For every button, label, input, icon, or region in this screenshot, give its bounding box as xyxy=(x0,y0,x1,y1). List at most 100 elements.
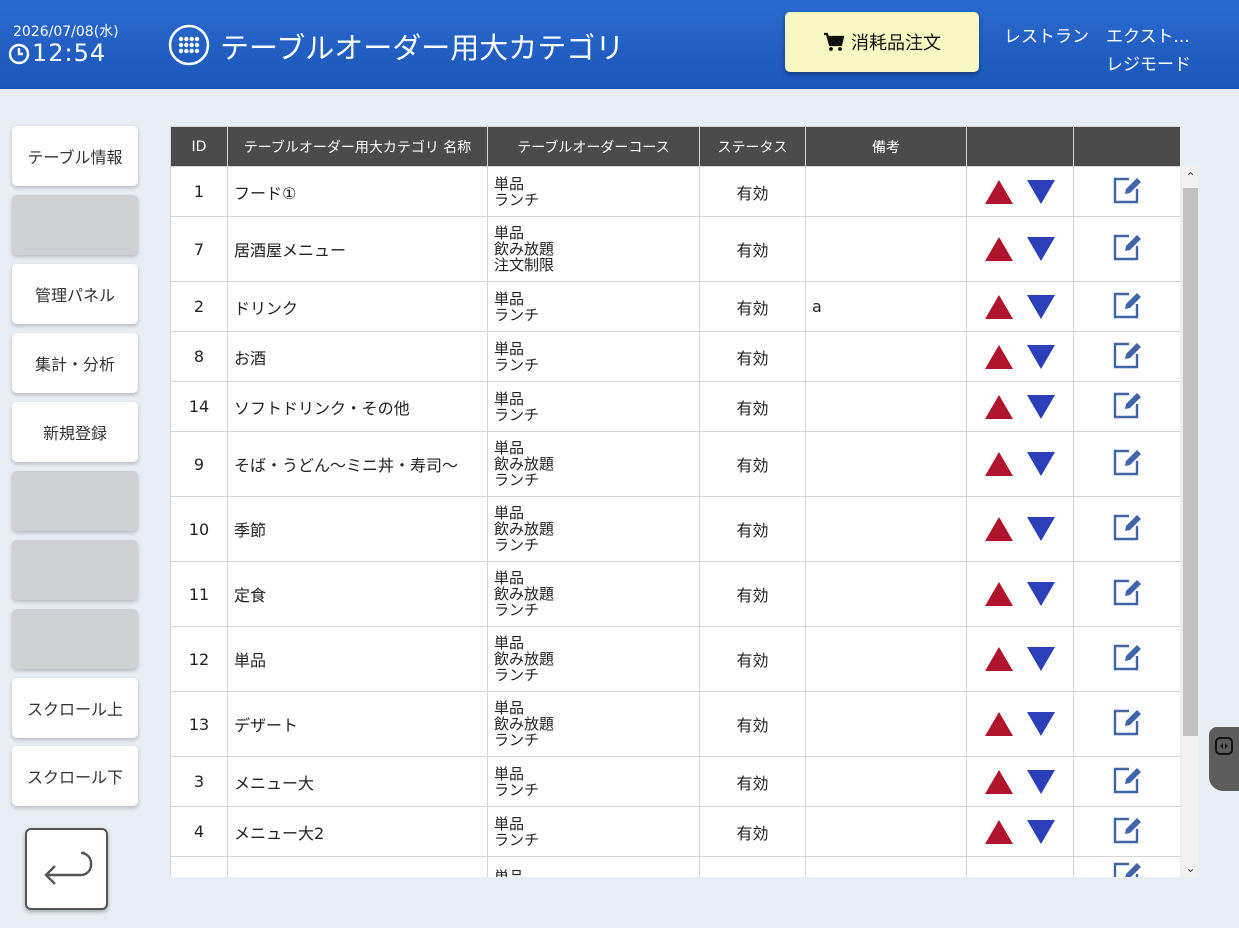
sidebar-item-label: 管理パネル xyxy=(34,286,115,305)
cell-edit xyxy=(1073,806,1180,857)
cell-id: 8 xyxy=(170,331,228,382)
course-item: ランチ xyxy=(494,305,540,324)
course-item: 単品 xyxy=(494,868,525,877)
move-down-icon[interactable] xyxy=(1026,294,1056,320)
cell-reorder xyxy=(966,626,1074,692)
move-down-icon[interactable] xyxy=(1026,819,1056,845)
move-up-icon[interactable] xyxy=(984,581,1014,607)
grid-menu-icon[interactable] xyxy=(168,24,210,66)
course-item: 単品 xyxy=(494,389,525,408)
cell-id: 13 xyxy=(170,691,228,757)
cell-edit xyxy=(1073,626,1180,692)
sidebar-item-admin-panel[interactable]: 管理パネル xyxy=(12,264,138,324)
sidebar-item-new-registration[interactable]: 新規登録 xyxy=(12,402,138,462)
cell-remark xyxy=(805,691,967,757)
sidebar-item-table-info[interactable]: テーブル情報 xyxy=(12,126,138,186)
move-up-icon[interactable] xyxy=(984,769,1014,795)
cell-status xyxy=(699,856,806,877)
cell-status: 有効 xyxy=(699,431,806,497)
cell-id: 7 xyxy=(170,216,228,282)
sidebar-item-empty xyxy=(12,540,138,600)
move-down-icon[interactable] xyxy=(1026,581,1056,607)
course-item: 単品 xyxy=(494,504,525,522)
course-item: ランチ xyxy=(494,536,540,554)
move-down-icon[interactable] xyxy=(1026,646,1056,672)
edit-icon[interactable] xyxy=(1111,860,1143,877)
move-up-icon[interactable] xyxy=(984,394,1014,420)
move-down-icon[interactable] xyxy=(1026,516,1056,542)
move-up-icon[interactable] xyxy=(984,294,1014,320)
move-down-icon[interactable] xyxy=(1026,179,1056,205)
move-up-icon[interactable] xyxy=(984,236,1014,262)
cell-reorder xyxy=(966,331,1074,382)
move-down-icon[interactable] xyxy=(1026,236,1056,262)
table-header-row: ID テーブルオーダー用大カテゴリ 名称 テーブルオーダーコース ステータス 備… xyxy=(170,126,1180,167)
cell-id: 4 xyxy=(170,806,228,857)
table-row: 12 単品 単品 飲み放題 ランチ 有効 xyxy=(170,626,1180,692)
consumables-order-button[interactable]: 消耗品注文 xyxy=(785,12,979,72)
table-scrollbar[interactable]: ⌃ ⌄ xyxy=(1182,166,1199,877)
cell-id: 9 xyxy=(170,431,228,497)
edit-icon[interactable] xyxy=(1111,390,1143,420)
cell-id: 3 xyxy=(170,756,228,807)
move-up-icon[interactable] xyxy=(984,711,1014,737)
edit-icon[interactable] xyxy=(1111,290,1143,320)
move-up-icon[interactable] xyxy=(984,646,1014,672)
edit-icon[interactable] xyxy=(1111,175,1143,205)
scrollbar-up-arrow-icon[interactable]: ⌃ xyxy=(1182,170,1199,184)
move-up-icon[interactable] xyxy=(984,344,1014,370)
cell-edit xyxy=(1073,431,1180,497)
move-down-icon[interactable] xyxy=(1026,394,1056,420)
edit-icon[interactable] xyxy=(1111,765,1143,795)
edit-icon[interactable] xyxy=(1111,707,1143,737)
edit-icon[interactable] xyxy=(1111,512,1143,542)
edit-icon[interactable] xyxy=(1111,447,1143,477)
course-item: 飲み放題 xyxy=(494,585,555,603)
cell-name: 居酒屋メニュー xyxy=(227,216,488,282)
sidebar-item-label: テーブル情報 xyxy=(27,148,123,167)
sidebar-item-label: スクロール下 xyxy=(26,768,123,787)
cell-remark: a xyxy=(805,281,967,332)
move-up-icon[interactable] xyxy=(984,516,1014,542)
move-up-icon[interactable] xyxy=(984,819,1014,845)
cell-status: 有効 xyxy=(699,216,806,282)
cell-id: 11 xyxy=(170,561,228,627)
edit-icon[interactable] xyxy=(1111,642,1143,672)
remote-support-tab[interactable] xyxy=(1209,727,1239,791)
table-row: 11 定食 単品 飲み放題 ランチ 有効 xyxy=(170,561,1180,627)
sidebar-item-analytics[interactable]: 集計・分析 xyxy=(12,333,138,393)
table-row: 10 季節 単品 飲み放題 ランチ 有効 xyxy=(170,496,1180,562)
scroll-down-button[interactable]: スクロール下 xyxy=(12,746,138,806)
cell-reorder xyxy=(966,431,1074,497)
course-item: ランチ xyxy=(494,471,540,489)
course-item: 単品 xyxy=(494,439,525,457)
move-down-icon[interactable] xyxy=(1026,711,1056,737)
course-item: 単品 xyxy=(494,814,525,833)
course-item: 飲み放題 xyxy=(494,520,555,538)
cell-status: 有効 xyxy=(699,626,806,692)
move-up-icon[interactable] xyxy=(984,451,1014,477)
table-row: 単品 xyxy=(170,856,1180,877)
edit-icon[interactable] xyxy=(1111,577,1143,607)
move-down-icon[interactable] xyxy=(1026,344,1056,370)
table-row: 13 デザート 単品 飲み放題 ランチ 有効 xyxy=(170,691,1180,757)
scrollbar-down-arrow-icon[interactable]: ⌄ xyxy=(1182,861,1199,875)
back-button[interactable] xyxy=(25,828,108,910)
course-item: 飲み放題 xyxy=(494,455,555,473)
edit-icon[interactable] xyxy=(1111,815,1143,845)
app-header: 2026/07/08(水) 12:54 テーブルオーダー用大カテゴリ 消耗品注文… xyxy=(0,0,1239,89)
edit-icon[interactable] xyxy=(1111,232,1143,262)
scroll-up-button[interactable]: スクロール上 xyxy=(12,678,138,738)
move-up-icon[interactable] xyxy=(984,179,1014,205)
scrollbar-thumb[interactable] xyxy=(1183,188,1198,736)
table-row: 3 メニュー大 単品 ランチ 有効 xyxy=(170,756,1180,807)
move-down-icon[interactable] xyxy=(1026,769,1056,795)
cell-status: 有効 xyxy=(699,806,806,857)
cell-remark xyxy=(805,561,967,627)
cell-course: 単品 飲み放題 注文制限 xyxy=(487,216,700,282)
move-down-icon[interactable] xyxy=(1026,451,1056,477)
cell-name: そば・うどん～ミニ丼・寿司～ xyxy=(227,431,488,497)
edit-icon[interactable] xyxy=(1111,340,1143,370)
register-mode-label: レジモード xyxy=(1106,55,1191,75)
course-item: 飲み放題 xyxy=(494,715,555,733)
